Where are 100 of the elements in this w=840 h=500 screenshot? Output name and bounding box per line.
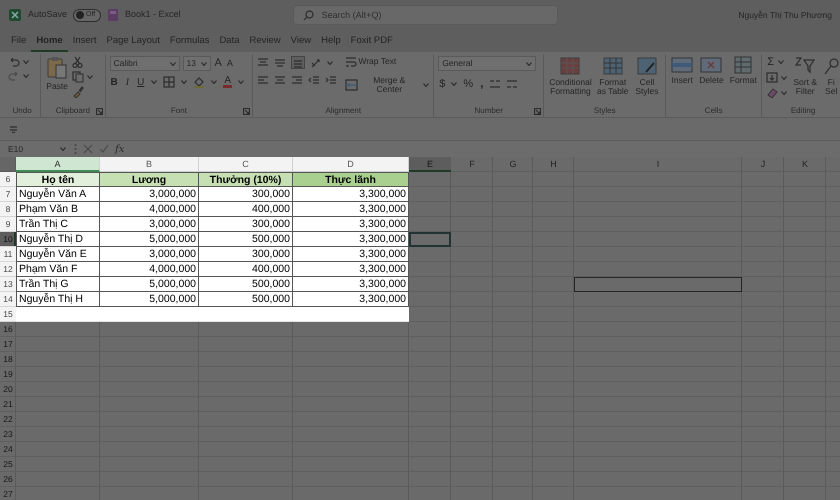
- shrink-font-button[interactable]: A: [226, 58, 234, 68]
- row-header[interactable]: 27: [0, 487, 16, 500]
- column-header[interactable]: B: [100, 157, 199, 172]
- caret-icon[interactable]: [23, 60, 29, 64]
- row-header[interactable]: 6: [0, 172, 16, 187]
- row-header[interactable]: 12: [0, 262, 16, 277]
- fill-color-icon[interactable]: [193, 76, 206, 88]
- column-header[interactable]: K: [784, 157, 826, 172]
- caret-icon[interactable]: [423, 83, 430, 88]
- column-header[interactable]: H: [533, 157, 574, 172]
- align-top-icon[interactable]: [257, 58, 270, 68]
- copy-icon[interactable]: [72, 71, 84, 83]
- row-header[interactable]: 14: [0, 292, 16, 307]
- row-header[interactable]: 11: [0, 247, 16, 262]
- merge-center-button[interactable]: Merge & Center: [344, 76, 420, 95]
- align-right-icon[interactable]: [291, 76, 304, 86]
- menu-tab[interactable]: Home: [31, 30, 68, 52]
- table-grid-icon[interactable]: [602, 56, 624, 76]
- launcher-icon[interactable]: [96, 108, 102, 115]
- align-center-icon[interactable]: [274, 76, 286, 86]
- menu-tab[interactable]: Foxit PDF: [346, 30, 398, 52]
- row-header[interactable]: 17: [0, 337, 16, 352]
- currency-button[interactable]: $: [438, 78, 446, 90]
- menu-tab[interactable]: Formulas: [164, 30, 214, 52]
- caret-icon[interactable]: [23, 74, 29, 78]
- number-format-field[interactable]: General: [438, 56, 536, 71]
- row-header[interactable]: 9: [0, 217, 16, 232]
- eraser-icon[interactable]: [766, 87, 778, 98]
- launcher-icon[interactable]: [243, 108, 250, 115]
- caret-icon[interactable]: [151, 80, 158, 84]
- italic-button[interactable]: I: [124, 76, 130, 88]
- increase-decimal-icon[interactable]: [489, 78, 502, 90]
- row-header[interactable]: 19: [0, 367, 16, 382]
- font-size-field[interactable]: 13: [182, 56, 210, 71]
- align-bottom-icon[interactable]: [291, 56, 306, 69]
- cancel-icon[interactable]: [83, 144, 93, 154]
- column-header[interactable]: C: [199, 157, 293, 172]
- caret-icon[interactable]: [181, 80, 188, 84]
- find-select-button[interactable]: Fi Sel: [823, 54, 840, 105]
- borders-icon[interactable]: [163, 76, 176, 88]
- menu-tab[interactable]: Insert: [68, 30, 102, 52]
- menu-tab[interactable]: View: [286, 30, 316, 52]
- caret-icon[interactable]: [170, 62, 176, 66]
- caret-icon[interactable]: [781, 90, 788, 95]
- merge-icon[interactable]: [345, 79, 358, 92]
- menu-tab[interactable]: Data: [214, 30, 245, 52]
- bold-button[interactable]: B: [110, 76, 119, 88]
- undo-icon[interactable]: [8, 56, 20, 67]
- insert-cells-icon[interactable]: [671, 56, 694, 74]
- table-grid-icon[interactable]: [559, 56, 582, 76]
- enter-icon[interactable]: [99, 144, 109, 154]
- caret-icon[interactable]: [211, 80, 218, 84]
- menu-tab[interactable]: File: [6, 30, 32, 52]
- row-header[interactable]: 22: [0, 412, 16, 427]
- customize-icon[interactable]: [9, 125, 18, 133]
- clipboard-icon[interactable]: [46, 56, 68, 80]
- dots-icon[interactable]: [74, 143, 77, 155]
- row-header[interactable]: 26: [0, 472, 16, 487]
- column-header[interactable]: I: [574, 157, 742, 172]
- sort-filter-button[interactable]: Sort & Filter: [790, 54, 820, 105]
- column-header[interactable]: G: [493, 157, 533, 172]
- caret-icon[interactable]: [778, 60, 784, 64]
- insert-function-button[interactable]: fx: [115, 142, 124, 156]
- brush-icon[interactable]: [72, 86, 84, 98]
- percent-button[interactable]: %: [462, 78, 474, 90]
- row-header[interactable]: 21: [0, 397, 16, 412]
- row-header[interactable]: 16: [0, 322, 16, 337]
- row-header[interactable]: 8: [0, 202, 16, 217]
- caret-icon[interactable]: [526, 62, 532, 66]
- row-header[interactable]: 18: [0, 352, 16, 367]
- column-header[interactable]: F: [451, 157, 493, 172]
- font-name-field[interactable]: Calibri: [110, 56, 180, 71]
- caret-icon[interactable]: [238, 80, 244, 84]
- cell-styles-icon[interactable]: [636, 56, 658, 76]
- row-header[interactable]: 25: [0, 457, 16, 472]
- decrease-indent-icon[interactable]: [308, 76, 320, 86]
- caret-icon[interactable]: [327, 60, 334, 64]
- sort-filter-icon[interactable]: [794, 56, 816, 76]
- align-left-icon[interactable]: [257, 76, 270, 86]
- format-cells-icon[interactable]: [732, 56, 754, 74]
- comma-style-button[interactable]: ,: [479, 77, 484, 90]
- search-field[interactable]: Search (Alt+Q): [292, 5, 558, 25]
- file-icon[interactable]: [107, 8, 120, 22]
- cell-styles-button[interactable]: Cell Styles: [632, 54, 662, 105]
- underline-button[interactable]: U: [136, 76, 146, 88]
- font-color-button[interactable]: A: [223, 76, 232, 88]
- delete-cells-icon[interactable]: [700, 56, 722, 74]
- menu-tab[interactable]: Page Layout: [101, 30, 165, 52]
- insert-button[interactable]: Insert: [670, 54, 694, 105]
- orientation-icon[interactable]: [310, 56, 322, 68]
- delete-button[interactable]: Delete: [698, 54, 725, 105]
- caret-icon[interactable]: [781, 76, 788, 80]
- launcher-icon[interactable]: [534, 108, 542, 115]
- column-header[interactable]: D: [293, 157, 409, 172]
- autosum-button[interactable]: Σ: [766, 56, 775, 68]
- conditional-formatting-button[interactable]: Conditional Formatting: [548, 54, 593, 105]
- row-header[interactable]: 10: [0, 232, 16, 247]
- format-button[interactable]: Format: [728, 54, 758, 105]
- fill-down-icon[interactable]: [766, 72, 778, 84]
- row-header[interactable]: 15: [0, 307, 16, 322]
